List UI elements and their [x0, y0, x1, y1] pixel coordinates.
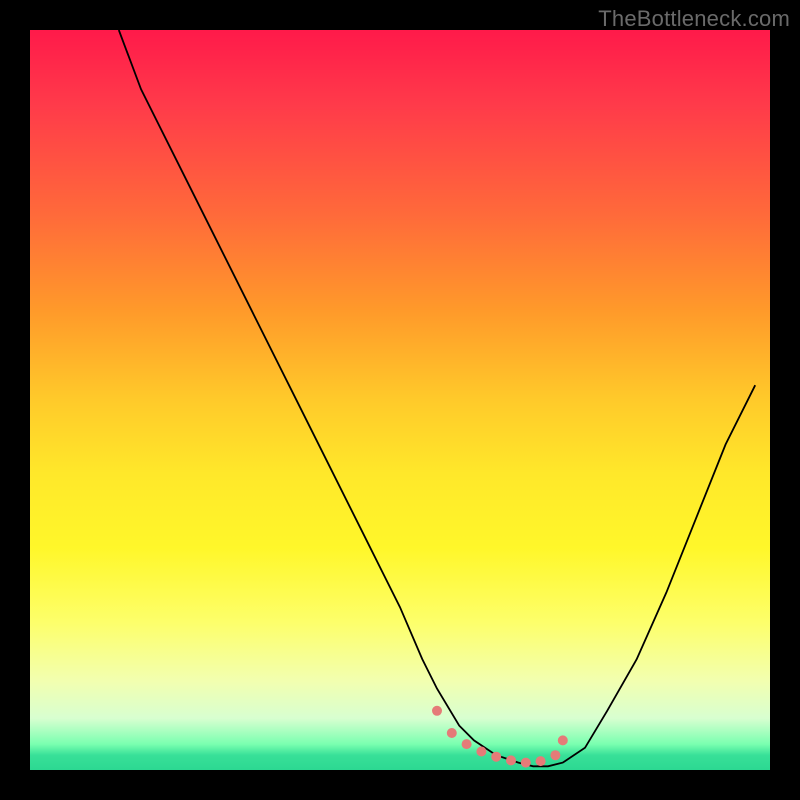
marker-dot — [476, 747, 486, 757]
marker-dot — [506, 755, 516, 765]
marker-dot — [521, 758, 531, 768]
watermark-text: TheBottleneck.com — [598, 6, 790, 32]
marker-dot — [432, 706, 442, 716]
marker-dot — [447, 728, 457, 738]
chart-plot-area — [30, 30, 770, 770]
marker-dot — [491, 752, 501, 762]
bottleneck-curve-svg — [30, 30, 770, 770]
marker-dot — [558, 735, 568, 745]
bottleneck-curve — [119, 30, 755, 766]
marker-dot — [536, 756, 546, 766]
marker-dot — [462, 739, 472, 749]
marker-dot — [550, 750, 560, 760]
